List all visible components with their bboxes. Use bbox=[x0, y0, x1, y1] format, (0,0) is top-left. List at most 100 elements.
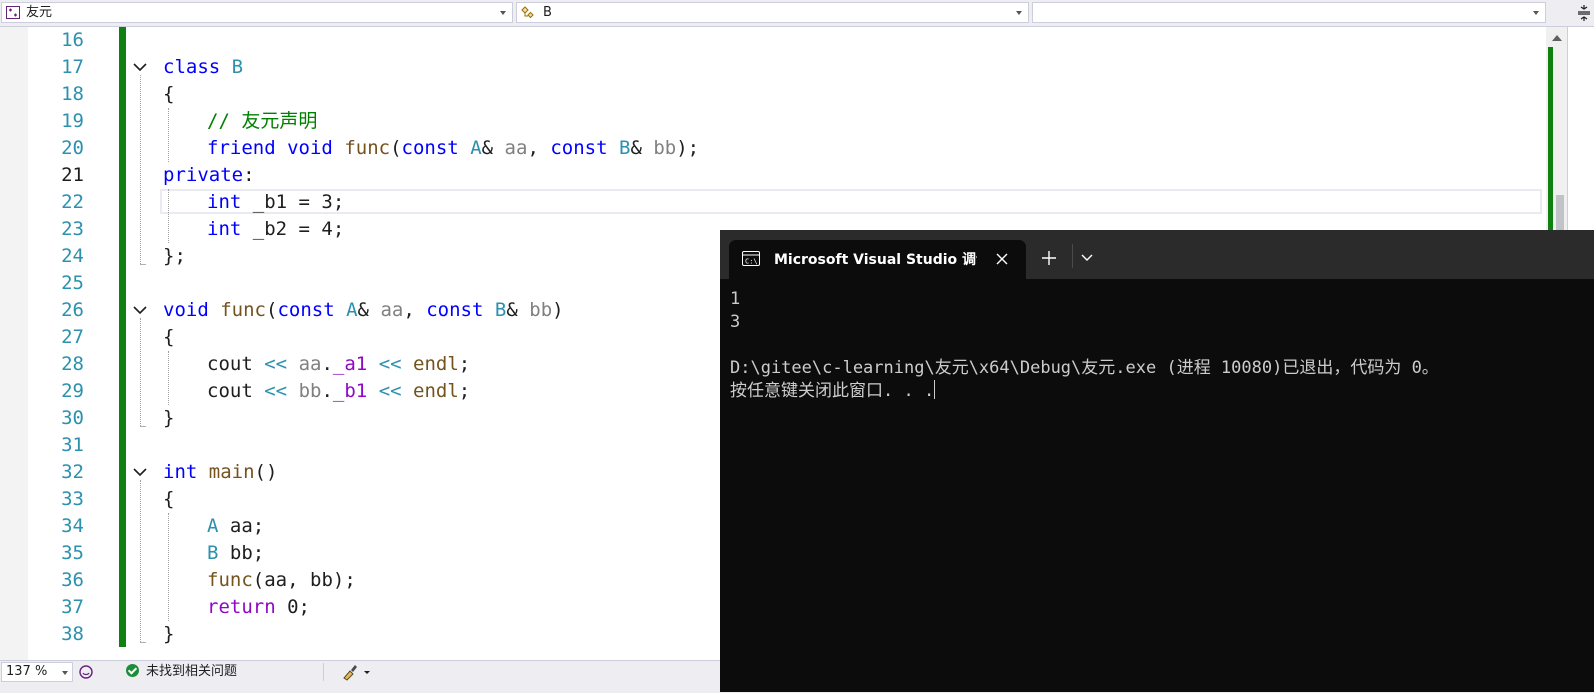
outline-guide bbox=[140, 75, 141, 264]
code-text: } bbox=[163, 405, 174, 432]
code-token: ( bbox=[265, 299, 278, 321]
code-token: bb bbox=[653, 137, 677, 159]
plus-icon[interactable] bbox=[1041, 250, 1057, 266]
code-text: } bbox=[163, 621, 174, 648]
code-token: B bbox=[618, 137, 631, 159]
code-token: aa bbox=[380, 299, 404, 321]
line-number: 32 bbox=[61, 461, 84, 483]
code-text: func(aa, bb); bbox=[207, 567, 356, 594]
chevron-down-icon[interactable] bbox=[1081, 254, 1093, 262]
code-token: . bbox=[321, 353, 333, 375]
code-token: << bbox=[264, 380, 288, 402]
chevron-down-icon bbox=[62, 671, 68, 675]
code-token: & bbox=[630, 137, 642, 159]
code-token: _b1 = 3; bbox=[241, 191, 345, 213]
line-number: 19 bbox=[61, 110, 84, 132]
close-icon[interactable] bbox=[994, 251, 1010, 267]
code-token: bb bbox=[229, 542, 253, 564]
issues-text: 未找到相关问题 bbox=[146, 664, 238, 679]
code-token: & bbox=[357, 299, 369, 321]
code-token: << bbox=[378, 353, 402, 375]
code-line[interactable]: 17 class B bbox=[0, 54, 1546, 81]
scope-dropdown[interactable]: B bbox=[516, 2, 1029, 23]
code-token: int bbox=[207, 218, 242, 240]
code-token: cout bbox=[207, 353, 253, 375]
scrollbar-thumb[interactable] bbox=[1556, 195, 1564, 231]
console-tab[interactable]: C:\ Microsoft Visual Studio 调试控制台 bbox=[729, 240, 1026, 279]
zoom-dropdown[interactable]: 137 % bbox=[1, 662, 73, 682]
code-text: cout << bb._b1 << endl; bbox=[207, 378, 470, 405]
code-token: // 友元声明 bbox=[207, 110, 318, 132]
code-token: () bbox=[254, 461, 278, 483]
code-line[interactable]: 21 private: bbox=[0, 162, 1546, 189]
code-token: A bbox=[346, 299, 358, 321]
member-dropdown[interactable] bbox=[1032, 2, 1546, 23]
collapse-chevron-icon[interactable] bbox=[133, 60, 147, 74]
line-number: 31 bbox=[61, 434, 84, 456]
code-line[interactable]: 22 int _b1 = 3; bbox=[0, 189, 1546, 216]
chevron-down-icon bbox=[1533, 11, 1539, 15]
class-icon bbox=[521, 6, 534, 19]
code-token: : bbox=[243, 164, 255, 186]
project-dropdown[interactable]: 友元 bbox=[1, 2, 513, 23]
line-number: 24 bbox=[61, 245, 84, 267]
code-token: ( bbox=[252, 569, 265, 591]
code-token: aa bbox=[264, 569, 288, 591]
debug-console-window[interactable]: C:\ Microsoft Visual Studio 调试控制台 1 3 D:… bbox=[720, 230, 1594, 692]
copilot-icon[interactable] bbox=[78, 664, 94, 680]
code-cleanup-icon[interactable] bbox=[342, 663, 372, 681]
code-token: cout bbox=[207, 380, 253, 402]
code-token: ; bbox=[252, 542, 265, 564]
console-output[interactable]: 1 3 D:\gitee\c-learning\友元\x64\Debug\友元.… bbox=[730, 288, 1594, 403]
console-title-bar: C:\ Microsoft Visual Studio 调试控制台 bbox=[720, 230, 1594, 279]
split-window-icon[interactable] bbox=[1576, 4, 1592, 22]
collapse-chevron-icon[interactable] bbox=[133, 303, 147, 317]
code-token: aa bbox=[504, 137, 528, 159]
code-token: ; bbox=[252, 515, 265, 537]
code-line[interactable]: 20 friend void func(const A& aa, const B&… bbox=[0, 135, 1546, 162]
code-token: aa bbox=[298, 353, 322, 375]
scroll-up-icon[interactable] bbox=[1552, 35, 1562, 41]
issues-status[interactable]: 未找到相关问题 bbox=[126, 664, 237, 680]
outline-guide bbox=[140, 480, 141, 642]
code-text: void func(const A& aa, const B& bb) bbox=[163, 297, 564, 324]
code-token: { bbox=[163, 83, 175, 105]
line-number: 22 bbox=[61, 191, 84, 213]
terminal-icon: C:\ bbox=[742, 251, 760, 266]
code-line[interactable]: 18 { bbox=[0, 81, 1546, 108]
line-number: 35 bbox=[61, 542, 84, 564]
code-token: endl bbox=[413, 353, 459, 375]
indent-guide bbox=[168, 351, 169, 405]
code-token: _a1 bbox=[332, 353, 368, 375]
code-token: main bbox=[208, 461, 255, 483]
code-text: cout << aa._a1 << endl; bbox=[207, 351, 470, 378]
indent-guide bbox=[168, 108, 169, 162]
code-token: int bbox=[163, 461, 198, 483]
code-text: friend void func(const A& aa, const B& b… bbox=[207, 135, 699, 162]
line-number: 36 bbox=[61, 569, 84, 591]
code-line[interactable]: 19 // 友元声明 bbox=[0, 108, 1546, 135]
code-text: return 0; bbox=[207, 594, 310, 621]
line-number: 30 bbox=[61, 407, 84, 429]
code-token: << bbox=[378, 380, 402, 402]
code-token: }; bbox=[163, 245, 186, 267]
collapse-chevron-icon[interactable] bbox=[133, 465, 147, 479]
code-token: _b1 bbox=[332, 380, 368, 402]
chevron-down-icon bbox=[500, 11, 506, 15]
line-number: 29 bbox=[61, 380, 84, 402]
code-token: func bbox=[207, 569, 253, 591]
line-number: 21 bbox=[61, 164, 84, 186]
outline-guide bbox=[140, 318, 141, 426]
outline-guide bbox=[140, 642, 146, 643]
svg-text:C:\: C:\ bbox=[745, 258, 758, 266]
code-token: & bbox=[481, 137, 494, 159]
code-token: void bbox=[287, 137, 333, 159]
code-line[interactable]: 16 bbox=[0, 27, 1546, 54]
